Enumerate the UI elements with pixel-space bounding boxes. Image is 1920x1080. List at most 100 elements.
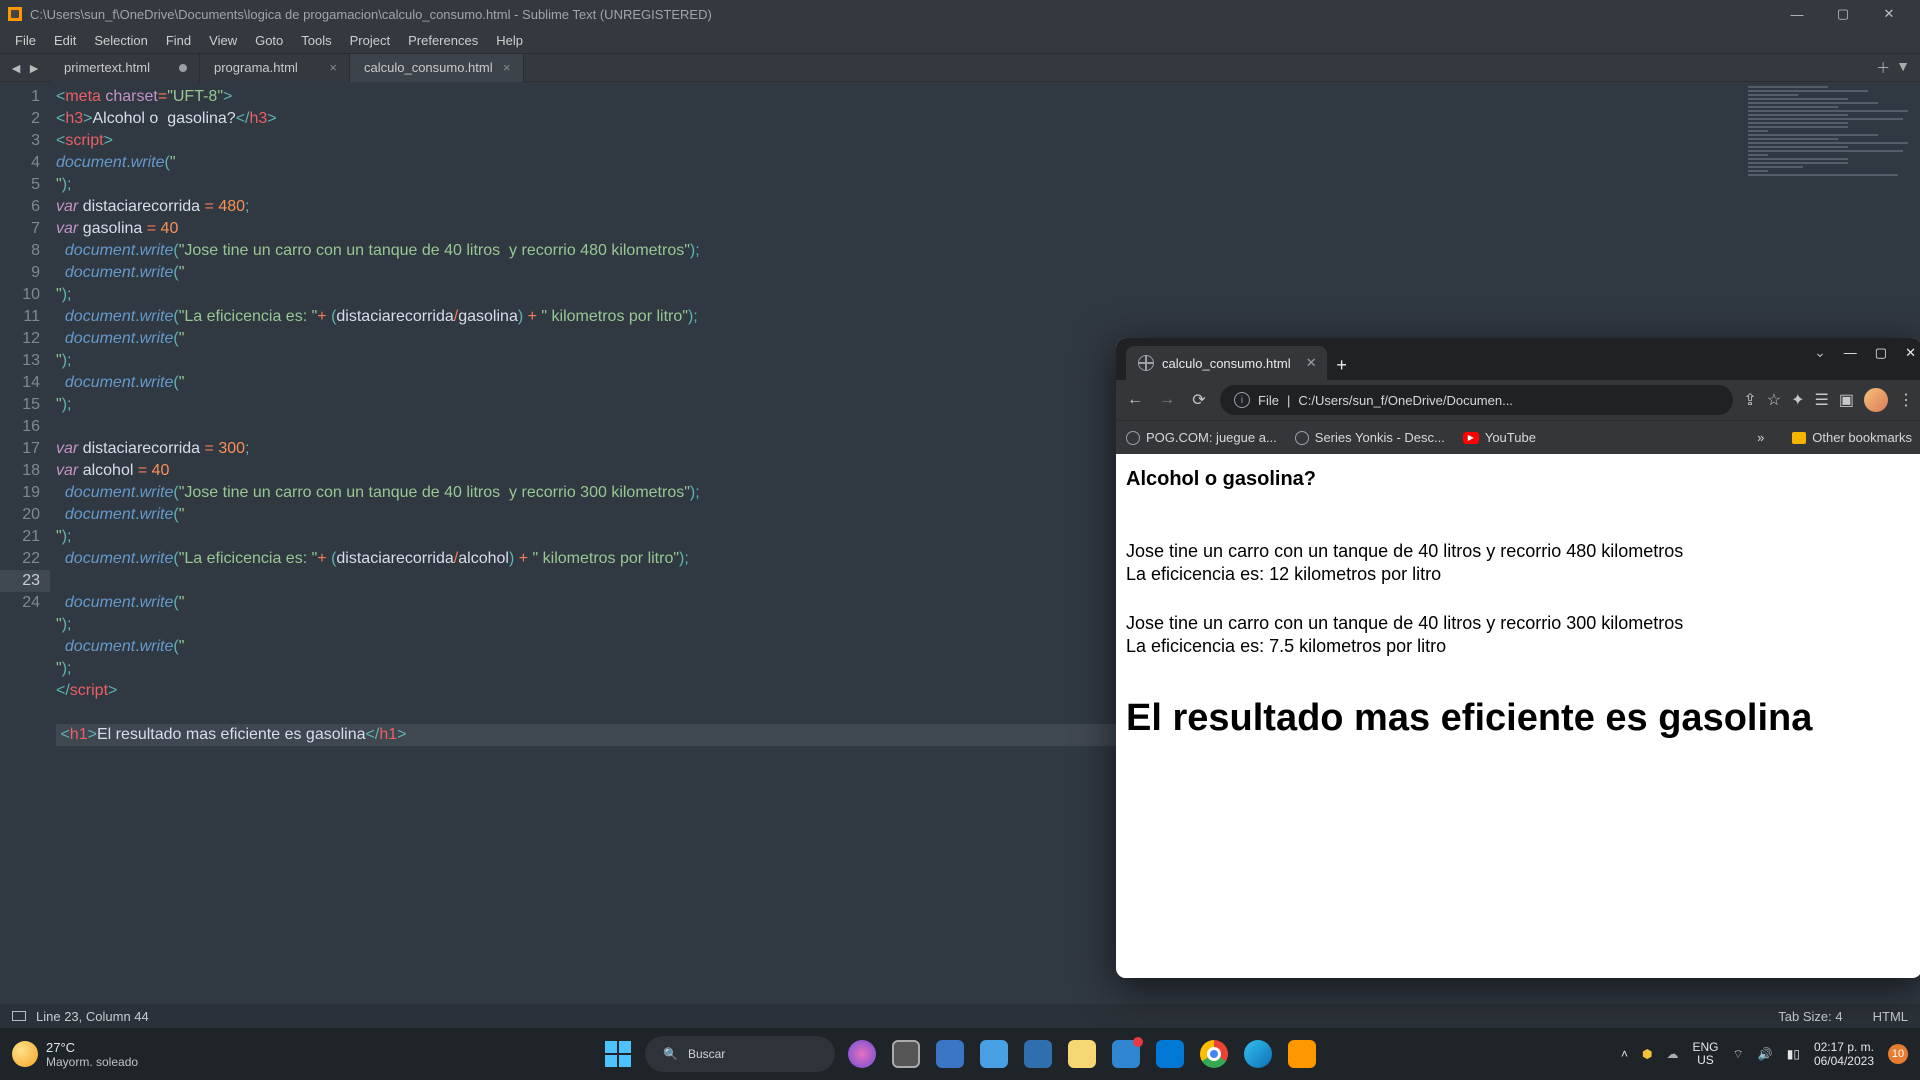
tray-notification-badge[interactable]: 10 — [1888, 1044, 1908, 1064]
tray-overflow-icon[interactable]: ˄ — [1621, 1047, 1628, 1061]
reading-list-icon[interactable]: ☰ — [1815, 390, 1829, 410]
taskbar-taskview[interactable] — [889, 1037, 923, 1071]
taskbar-weather[interactable]: 27°C Mayorm. soleado — [12, 1040, 138, 1069]
globe-icon — [1126, 431, 1140, 445]
bookmark-pog[interactable]: POG.COM: juegue a... — [1126, 430, 1277, 445]
taskbar-vscode[interactable] — [1153, 1037, 1187, 1071]
tray-wifi-icon[interactable]: ⌔ — [1732, 1047, 1743, 1062]
menu-help[interactable]: Help — [487, 33, 532, 48]
taskbar-store[interactable] — [1021, 1037, 1055, 1071]
taskbar-clipchamp[interactable] — [1109, 1037, 1143, 1071]
maximize-button[interactable]: ▢ — [1820, 0, 1866, 28]
browser-maximize-icon[interactable]: ▢ — [1875, 345, 1887, 361]
bookmark-series[interactable]: Series Yonkis - Desc... — [1295, 430, 1445, 445]
menu-project[interactable]: Project — [341, 33, 399, 48]
menu-preferences[interactable]: Preferences — [399, 33, 487, 48]
store-icon — [1024, 1040, 1052, 1068]
menu-goto[interactable]: Goto — [246, 33, 292, 48]
taskbar-camera[interactable] — [933, 1037, 967, 1071]
window-title: C:\Users\sun_f\OneDrive\Documents\logica… — [30, 7, 712, 22]
menu-tools[interactable]: Tools — [292, 33, 340, 48]
menu-file[interactable]: File — [6, 33, 45, 48]
status-tabsize[interactable]: Tab Size: 4 — [1778, 1009, 1842, 1024]
widgets-icon — [848, 1040, 876, 1068]
menu-find[interactable]: Find — [157, 33, 200, 48]
tray-onedrive-icon[interactable]: ☁ — [1666, 1047, 1678, 1061]
sidepanel-icon[interactable]: ▣ — [1839, 390, 1854, 410]
url-scheme: File — [1258, 393, 1279, 408]
taskbar-sublime[interactable] — [1285, 1037, 1319, 1071]
menu-view[interactable]: View — [200, 33, 246, 48]
taskbar-widgets[interactable] — [845, 1037, 879, 1071]
tray-volume-icon[interactable]: 🔊 — [1758, 1047, 1773, 1061]
taskbar-chrome[interactable] — [1197, 1037, 1231, 1071]
panel-toggle-icon[interactable] — [12, 1011, 26, 1021]
site-info-icon[interactable]: i — [1234, 392, 1250, 408]
globe-icon — [1138, 355, 1154, 371]
address-bar[interactable]: i File | C:/Users/sun_f/OneDrive/Documen… — [1220, 385, 1733, 415]
browser-menu-icon[interactable]: ⋮ — [1898, 390, 1914, 410]
tray-security-icon[interactable]: ⬢ — [1642, 1047, 1652, 1061]
tab-close-icon[interactable]: × — [329, 60, 337, 75]
new-tab-icon[interactable]: ＋ — [1876, 58, 1890, 78]
extensions-icon[interactable]: ✦ — [1791, 390, 1804, 410]
menu-bar: File Edit Selection Find View Goto Tools… — [0, 28, 1920, 54]
tab-forward-icon[interactable]: ► — [26, 60, 42, 76]
browser-back-icon[interactable]: ← — [1124, 391, 1146, 409]
url-separator: | — [1287, 393, 1290, 408]
close-button[interactable]: ✕ — [1866, 0, 1912, 28]
page-line: Jose tine un carro con un tanque de 40 l… — [1126, 613, 1912, 634]
tab-search-icon[interactable]: ⌄ — [1814, 344, 1826, 361]
taskbar-explorer[interactable] — [1065, 1037, 1099, 1071]
notepad-icon — [980, 1040, 1008, 1068]
share-icon[interactable]: ⇪ — [1743, 390, 1756, 410]
browser-tab[interactable]: calculo_consumo.html ✕ — [1126, 346, 1327, 380]
start-button[interactable] — [601, 1037, 635, 1071]
tray-clock[interactable]: 02:17 p. m. 06/04/2023 — [1814, 1040, 1874, 1068]
page-h1: El resultado mas eficiente es gasolina — [1126, 697, 1912, 740]
tab-close-icon[interactable]: × — [503, 60, 511, 75]
youtube-icon: ▶ — [1463, 432, 1479, 444]
browser-new-tab-icon[interactable]: + — [1327, 355, 1357, 380]
other-bookmarks[interactable]: Other bookmarks — [1792, 430, 1912, 445]
line-gutter: 123456789101112131415161718192021222324 — [0, 82, 50, 1004]
tab-dropdown-icon[interactable]: ▼ — [1896, 58, 1910, 78]
tab-programa[interactable]: programa.html × — [200, 54, 350, 82]
url-text: C:/Users/sun_f/OneDrive/Documen... — [1298, 393, 1513, 408]
browser-window: calculo_consumo.html ✕ + ⌄ — ▢ ✕ ← → ⟳ i… — [1116, 338, 1920, 978]
page-h3: Alcohol o gasolina? — [1126, 468, 1912, 491]
status-language[interactable]: HTML — [1873, 1009, 1908, 1024]
taskbar-edge[interactable] — [1241, 1037, 1275, 1071]
tab-calculo-consumo[interactable]: calculo_consumo.html × — [350, 54, 524, 82]
tab-label: programa.html — [214, 60, 298, 75]
browser-forward-icon[interactable]: → — [1156, 391, 1178, 409]
menu-selection[interactable]: Selection — [85, 33, 156, 48]
browser-minimize-icon[interactable]: — — [1844, 345, 1857, 360]
bookmark-youtube[interactable]: ▶YouTube — [1463, 430, 1536, 445]
minimize-button[interactable]: — — [1774, 0, 1820, 28]
weather-icon — [12, 1041, 38, 1067]
menu-edit[interactable]: Edit — [45, 33, 85, 48]
browser-close-icon[interactable]: ✕ — [1905, 345, 1916, 361]
tray-battery-icon[interactable]: ▮▯ — [1787, 1047, 1800, 1061]
clipchamp-icon — [1112, 1040, 1140, 1068]
browser-tab-close-icon[interactable]: ✕ — [1306, 355, 1317, 371]
tab-back-icon[interactable]: ◄ — [8, 60, 24, 76]
bookmarks-overflow-icon[interactable]: » — [1757, 430, 1764, 445]
profile-avatar-icon[interactable] — [1864, 388, 1888, 412]
bookmark-label: Other bookmarks — [1812, 430, 1912, 445]
dirty-indicator-icon — [179, 64, 187, 72]
browser-tabstrip: calculo_consumo.html ✕ + ⌄ — ▢ ✕ — [1116, 338, 1920, 380]
camera-icon — [936, 1040, 964, 1068]
status-bar: Line 23, Column 44 Tab Size: 4 HTML — [0, 1004, 1920, 1028]
bookmark-star-icon[interactable]: ☆ — [1767, 390, 1781, 410]
taskbar-notepad[interactable] — [977, 1037, 1011, 1071]
tab-primertext[interactable]: primertext.html — [50, 54, 200, 82]
browser-tab-label: calculo_consumo.html — [1162, 356, 1291, 371]
taskbar-search[interactable]: 🔍 Buscar — [645, 1036, 835, 1072]
browser-reload-icon[interactable]: ⟳ — [1188, 390, 1210, 410]
taskbar: 27°C Mayorm. soleado 🔍 Buscar ˄ ⬢ ☁ ENG … — [0, 1028, 1920, 1080]
edge-icon — [1244, 1040, 1272, 1068]
bookmark-label: Series Yonkis - Desc... — [1315, 430, 1445, 445]
tray-language[interactable]: ENG US — [1692, 1041, 1718, 1067]
